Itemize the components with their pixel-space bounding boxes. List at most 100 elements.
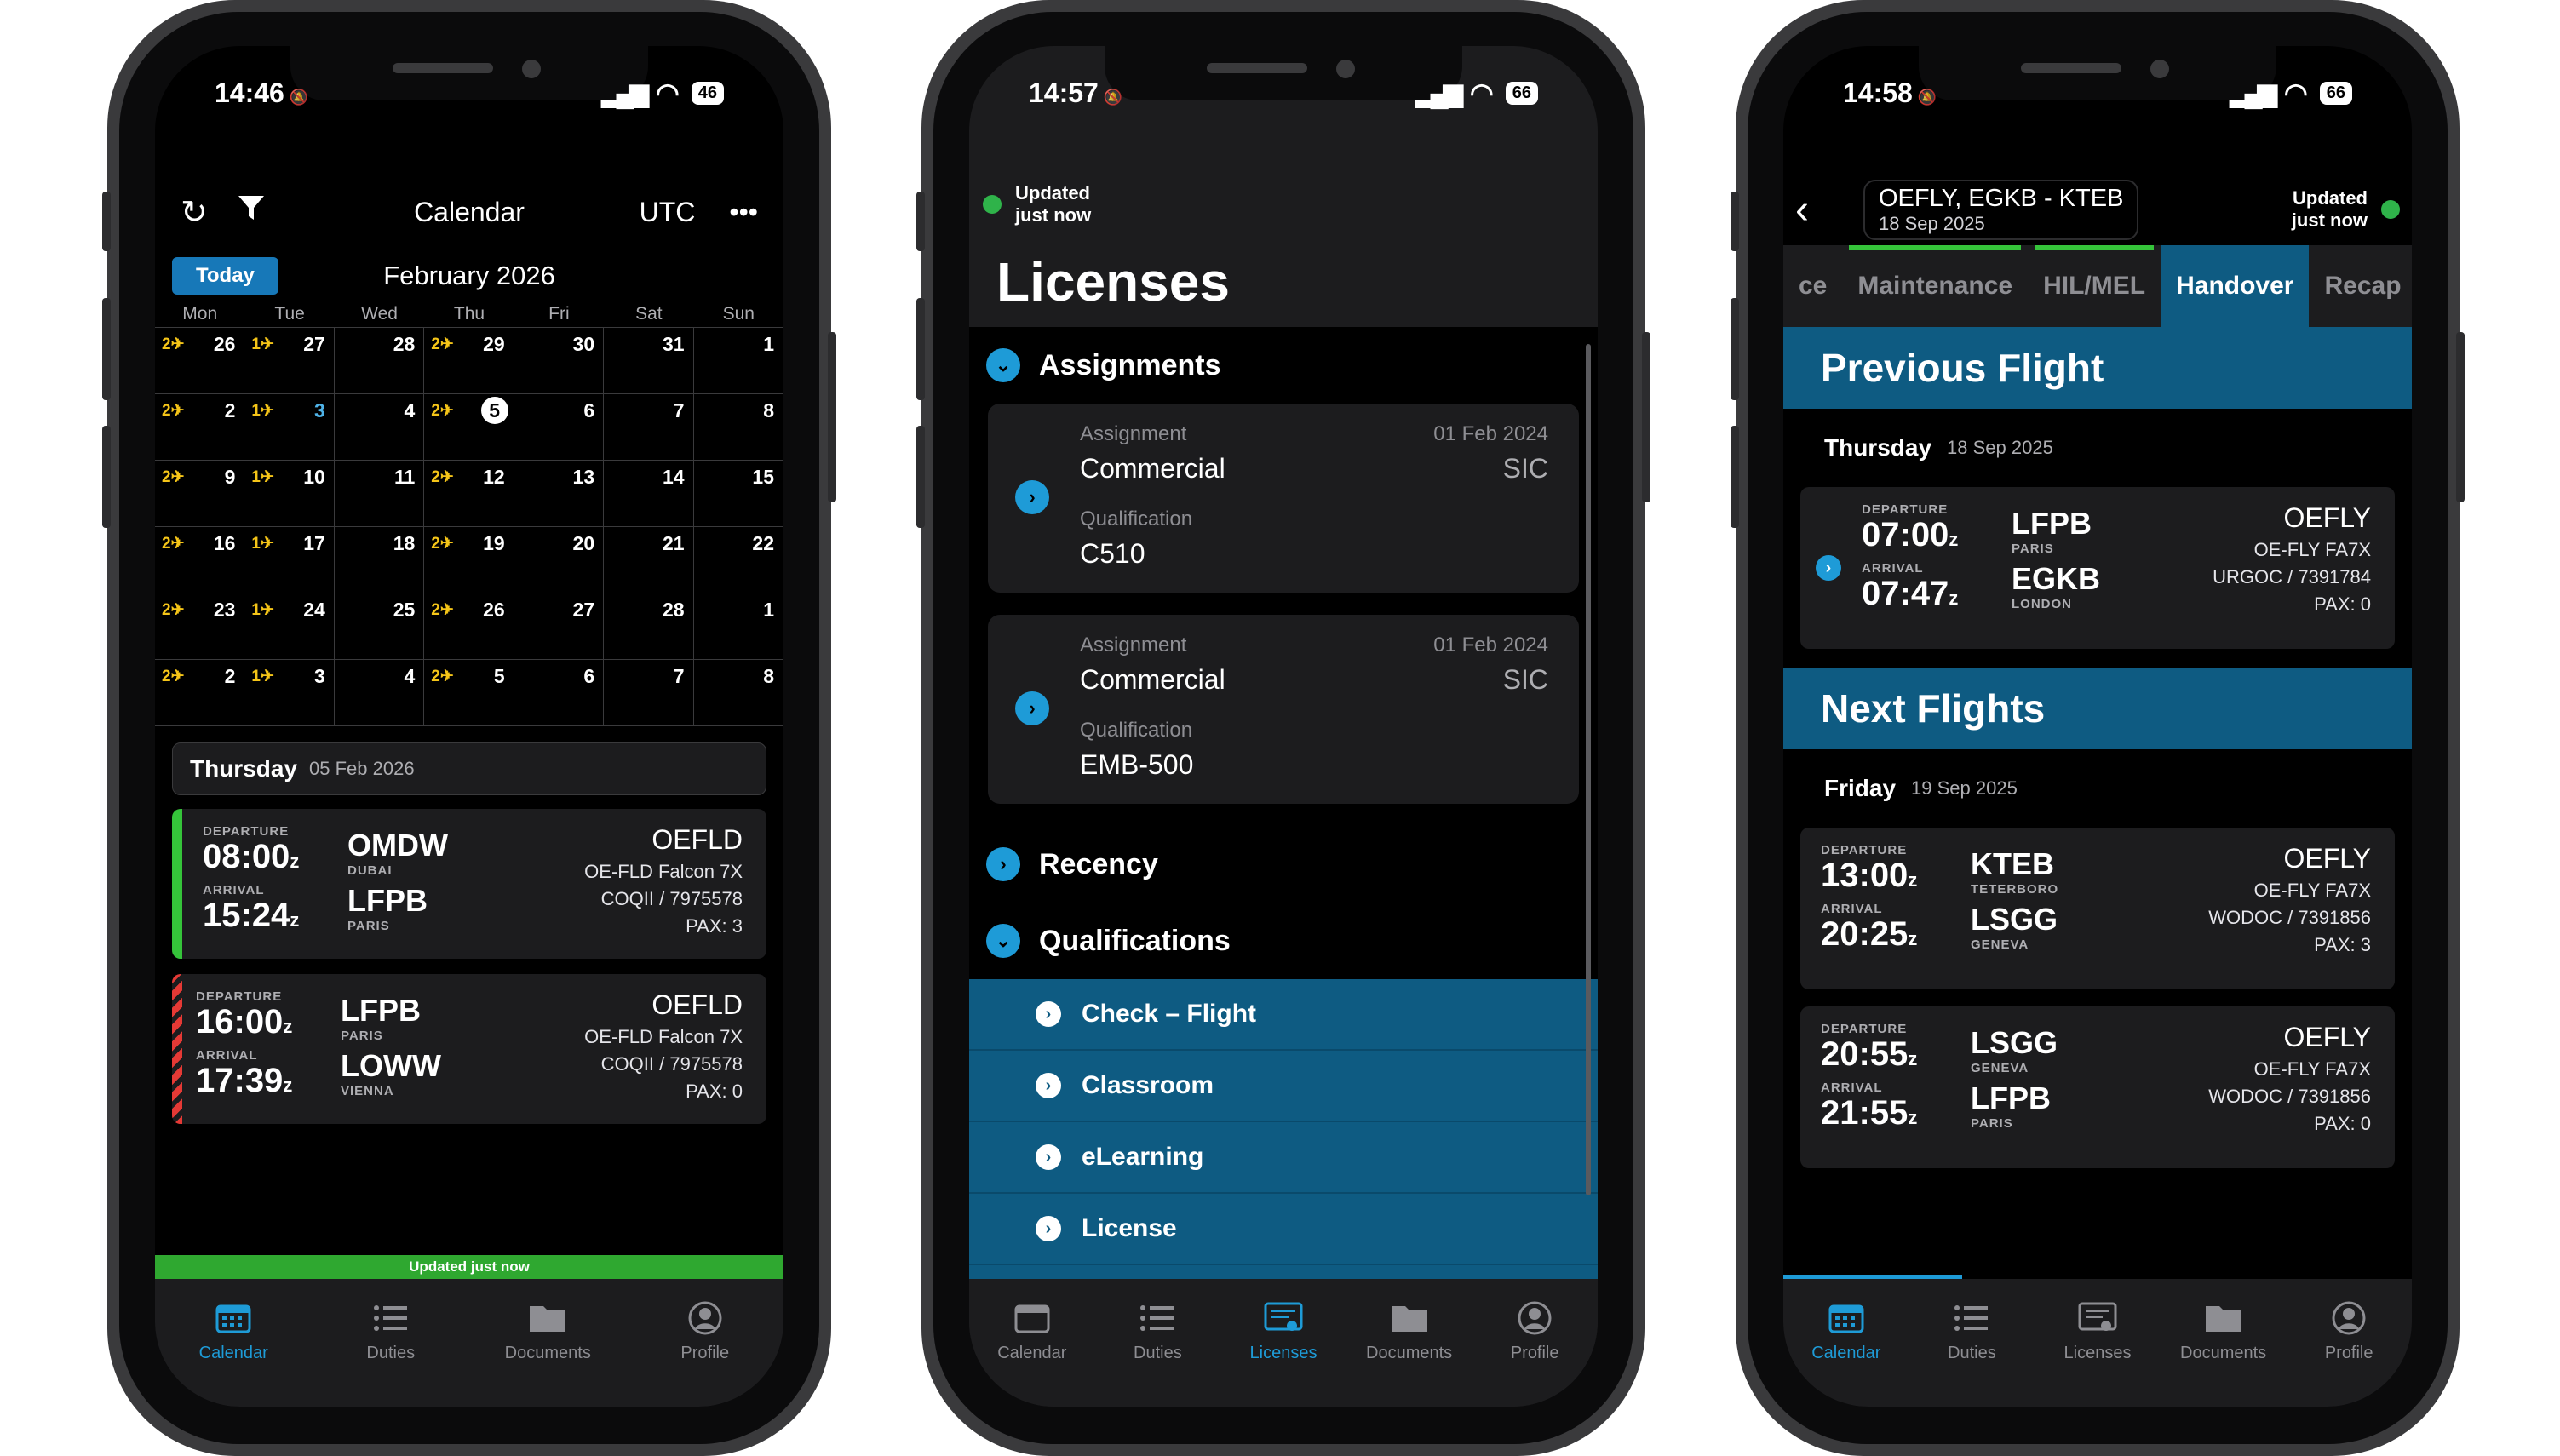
tab-licenses[interactable]: Licenses [2035,1301,2161,1363]
calendar-day[interactable]: 11 [334,461,425,527]
calendar-day[interactable]: 1✈ 27 [244,328,335,394]
section-label: Recency [1039,847,1158,880]
calendar-day[interactable]: 14 [604,461,694,527]
clock: 14:46 [215,77,284,108]
flight-card[interactable]: › DEPARTURE 07:00z ARRIVAL 07:47z LFPB P… [1800,487,2395,649]
clock: 14:57 [1029,77,1099,108]
calendar-day[interactable]: 2✈ 23 [155,593,245,660]
qualification-item[interactable]: › Classroom [969,1051,1598,1122]
calendar-day[interactable]: 2✈ 19 [424,527,514,593]
tab-calendar[interactable]: Calendar [169,1301,297,1363]
today-button[interactable]: Today [172,257,278,295]
flight-card[interactable]: DEPARTURE 20:55z ARRIVAL 21:55z LSGG GEN… [1800,1006,2395,1168]
calendar-day[interactable]: 1 [693,328,783,394]
section-recency[interactable]: › Recency [969,826,1598,903]
calendar-day[interactable]: 4 [334,394,425,461]
qualification-item[interactable]: › License [969,1194,1598,1265]
tab-profile[interactable]: Profile [2286,1301,2412,1363]
calendar-day[interactable]: 22 [693,527,783,593]
calendar-day[interactable]: 28 [334,328,425,394]
calendar-day[interactable]: 6 [514,394,605,461]
tab-duties[interactable]: Duties [327,1301,455,1363]
calendar-day[interactable]: 2✈ 2 [155,394,245,461]
calendar-day[interactable]: 21 [604,527,694,593]
calendar-day[interactable]: 1✈ 3 [244,660,335,726]
qualification-item[interactable]: ›Miscellaneous [969,1265,1598,1279]
calendar-day[interactable]: 4 [334,660,425,726]
tab-duties[interactable]: Duties [1095,1301,1221,1363]
tab-duties[interactable]: Duties [1909,1301,2035,1363]
tab-calendar[interactable]: Calendar [969,1301,1095,1363]
tab-profile[interactable]: Profile [1472,1301,1598,1363]
flight-card[interactable]: DEPARTURE 13:00z ARRIVAL 20:25z KTEB TET… [1800,828,2395,989]
license-card[interactable]: › Assignment Commercial 01 Feb 2024 SIC … [988,404,1579,593]
section-assignments[interactable]: ⌄ Assignments [969,327,1598,404]
tab-calendar[interactable]: Calendar [1783,1301,1909,1363]
flight-selector[interactable]: OEFLY, EGKB - KTEB 18 Sep 2025 [1863,179,2139,240]
calendar-day[interactable]: 6 [514,660,605,726]
duty-count-badge: 2✈ [431,335,454,353]
calendar-day[interactable]: 25 [334,593,425,660]
calendar-day[interactable]: 2✈ 12 [424,461,514,527]
pax-count: PAX: 0 [2314,1113,2371,1134]
volume-up-button [916,298,925,400]
day-number: 28 [393,333,416,355]
calendar-day[interactable]: 8 [693,660,783,726]
filter-icon[interactable] [237,193,266,232]
calendar-day[interactable]: 20 [514,527,605,593]
timezone-button[interactable]: UTC [640,197,696,228]
calendar-day[interactable]: 1✈ 24 [244,593,335,660]
calendar-day[interactable]: 2✈ 16 [155,527,245,593]
calendar-day[interactable]: 7 [604,660,694,726]
folder-icon [2204,1301,2243,1335]
tab-documents[interactable]: Documents [1346,1301,1472,1363]
calendar-day[interactable]: 2✈ 26 [155,328,245,394]
license-card[interactable]: › Assignment Commercial 01 Feb 2024 SIC … [988,615,1579,804]
section-qualifications[interactable]: ⌄ Qualifications [969,903,1598,979]
calendar-day[interactable]: 2✈ 26 [424,593,514,660]
calendar-day[interactable]: 7 [604,394,694,461]
calendar-day[interactable]: 2✈ 5 [424,394,514,461]
mute-switch [916,192,925,251]
tab-handover[interactable]: Handover [2161,245,2310,327]
back-icon[interactable]: ‹ [1795,186,1846,233]
refresh-icon[interactable]: ↻ [181,193,208,232]
tab-profile[interactable]: Profile [641,1301,769,1363]
qualification-label: Qualification [1080,507,1193,530]
departure-time: 16:00z [196,1003,293,1040]
flight-card[interactable]: DEPARTURE 08:00z ARRIVAL 15:24z OMDW DUB… [172,809,766,959]
calendar-day[interactable]: 1✈ 3 [244,394,335,461]
tab-maintenance[interactable]: Maintenance [1842,245,2028,327]
tab-documents[interactable]: Documents [2161,1301,2287,1363]
calendar-day[interactable]: 27 [514,593,605,660]
qualification-item[interactable]: › Check – Flight [969,979,1598,1051]
tab-licenses[interactable]: Licenses [1220,1301,1346,1363]
flight-card[interactable]: DEPARTURE 16:00z ARRIVAL 17:39z LFPB PAR… [172,974,766,1124]
calendar-day[interactable]: 2✈ 5 [424,660,514,726]
pax-count: PAX: 3 [686,915,743,937]
calendar-day[interactable]: 8 [693,394,783,461]
scrollbar[interactable] [1586,344,1591,1195]
day-number: 27 [572,599,595,621]
calendar-day[interactable]: 2✈ 9 [155,461,245,527]
tab-recap[interactable]: Recap [2309,245,2412,327]
qualification-item[interactable]: › eLearning [969,1122,1598,1194]
calendar-day[interactable]: 15 [693,461,783,527]
flight-date: 18 Sep 2025 [1879,212,1985,234]
calendar-day[interactable]: 30 [514,328,605,394]
calendar-day[interactable]: 18 [334,527,425,593]
tab-documents[interactable]: Documents [484,1301,611,1363]
tab-hil-mel[interactable]: HIL/MEL [2028,245,2161,327]
calendar-day[interactable]: 1✈ 17 [244,527,335,593]
calendar-day[interactable]: 2✈ 29 [424,328,514,394]
calendar-day[interactable]: 1✈ 10 [244,461,335,527]
calendar-day[interactable]: 28 [604,593,694,660]
calendar-day[interactable]: 31 [604,328,694,394]
calendar-day[interactable]: 13 [514,461,605,527]
calendar-day[interactable]: 2✈ 2 [155,660,245,726]
origin-city: DUBAI [347,863,393,878]
duty-count-badge: 2✈ [431,468,454,486]
calendar-day[interactable]: 1 [693,593,783,660]
tab-ce[interactable]: ce [1783,245,1842,327]
more-icon[interactable]: ••• [729,197,758,228]
